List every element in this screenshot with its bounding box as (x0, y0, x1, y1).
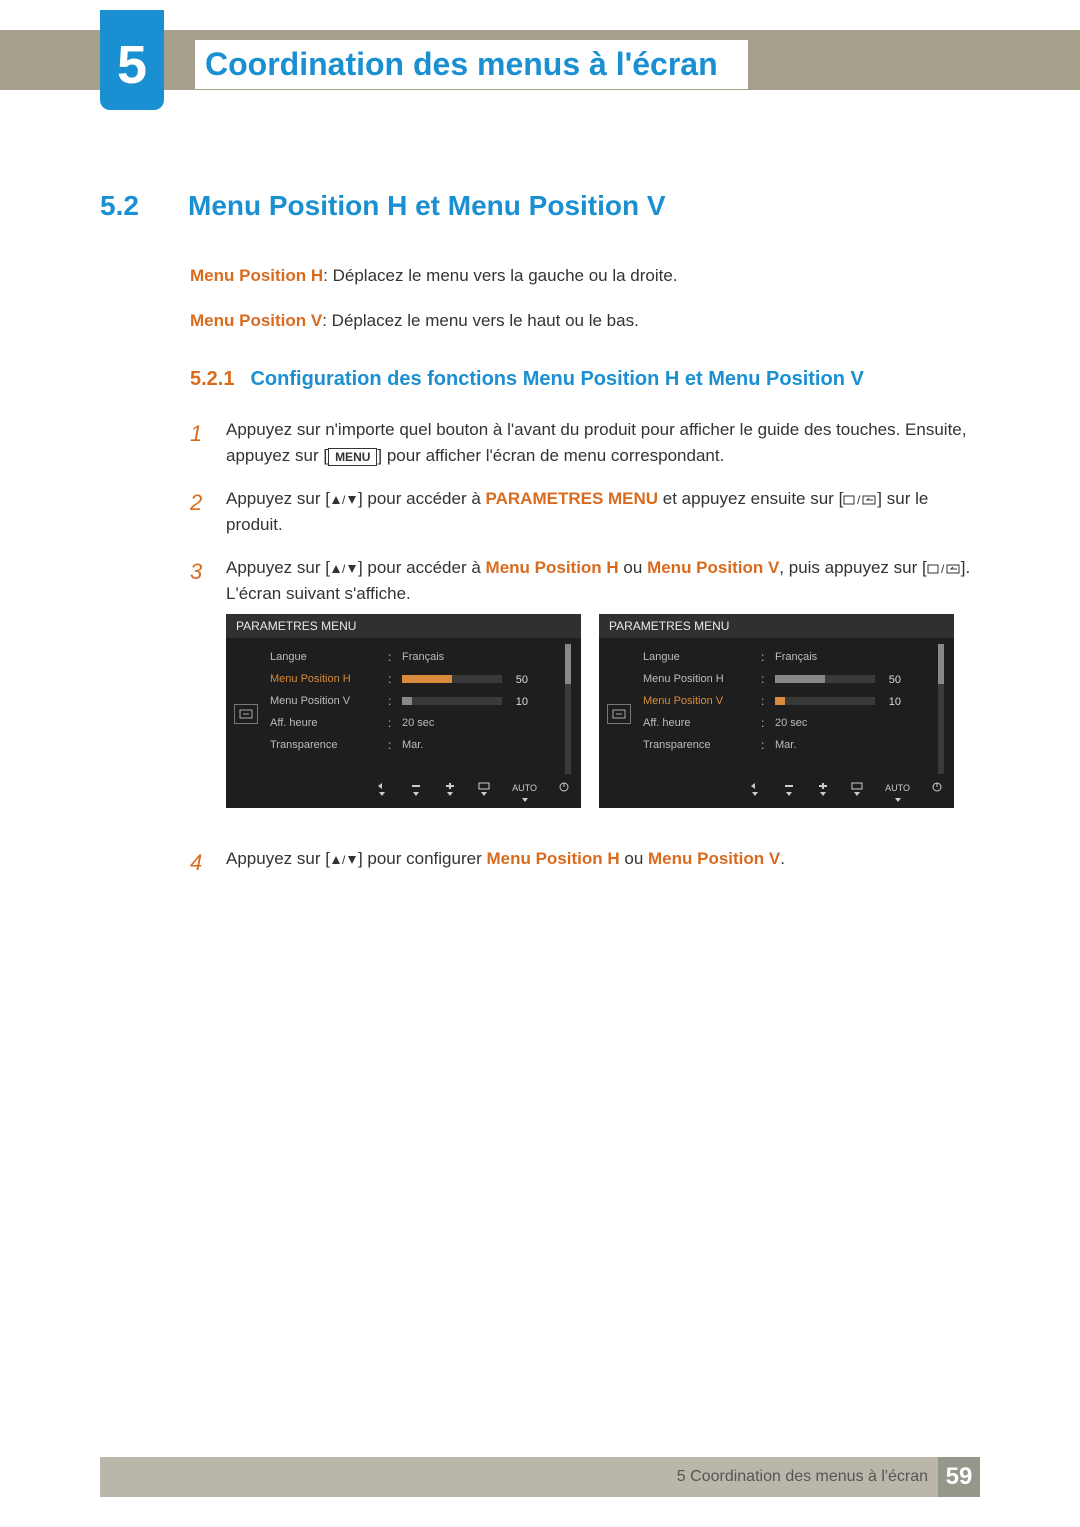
slider: 10 (402, 697, 502, 705)
step-1: 1 Appuyez sur n'importe quel bouton à l'… (190, 417, 980, 468)
step-3: 3 Appuyez sur [ / ] pour accéder à Menu Po… (190, 555, 980, 828)
source-enter-icon: / (843, 489, 877, 508)
footer-back-icon[interactable] (749, 782, 761, 802)
source-enter-icon: / (927, 558, 961, 577)
step-target: Menu Position H (486, 558, 619, 577)
footer-bar: 5 Coordination des menus à l'écran 59 (100, 1457, 980, 1497)
osd-label: Aff. heure (270, 715, 382, 732)
osd-tab-icon[interactable] (234, 704, 258, 724)
step-text: Appuyez sur [ (226, 489, 330, 508)
footer-back-icon[interactable] (376, 782, 388, 802)
footer-auto-icon[interactable]: AUTO (885, 782, 910, 802)
osd-menu-v: PARAMETRES MENU Langue:Français Menu Pos… (599, 614, 954, 808)
step-text: et appuyez ensuite sur [ (658, 489, 843, 508)
slider-value: 10 (889, 694, 901, 711)
step-text: . (780, 849, 785, 868)
step-2: 2 Appuyez sur [ / ] pour accéder à PARAMET… (190, 486, 980, 537)
osd-tab-icon[interactable] (607, 704, 631, 724)
osd-value: Français (775, 649, 817, 666)
up-down-icon: / (330, 849, 358, 868)
footer-minus-icon[interactable] (410, 782, 422, 802)
slider-value: 10 (516, 694, 528, 711)
step-num: 4 (190, 846, 208, 879)
slider[interactable]: 50 (402, 675, 502, 683)
footer-minus-icon[interactable] (783, 782, 795, 802)
chapter-title: Coordination des menus à l'écran (195, 40, 748, 89)
osd-label: Menu Position H (643, 671, 755, 688)
osd-label: Langue (643, 649, 755, 666)
osd-label-selected[interactable]: Menu Position V (643, 693, 755, 710)
intro-v-label: Menu Position V (190, 311, 322, 330)
step-text: ou (619, 558, 647, 577)
section-title: Menu Position H et Menu Position V (188, 190, 666, 222)
osd-menu-h: PARAMETRES MENU Langue:Français Menu Pos… (226, 614, 581, 808)
step-text: ] pour accéder à (358, 558, 486, 577)
footer-text: 5 Coordination des menus à l'écran (677, 1468, 928, 1486)
step-text: ] pour accéder à (358, 489, 486, 508)
step-text: Appuyez sur [ (226, 849, 330, 868)
osd-label: Menu Position V (270, 693, 382, 710)
step-text: ] pour configurer (358, 849, 487, 868)
svg-text:/: / (941, 563, 945, 575)
menu-glyph: MENU (328, 448, 377, 466)
subsection-number: 5.2.1 (190, 368, 234, 391)
osd-label-selected[interactable]: Menu Position H (270, 671, 382, 688)
slider: 50 (775, 675, 875, 683)
osd-label: Langue (270, 649, 382, 666)
step-text: ou (620, 849, 648, 868)
step-target: Menu Position V (648, 849, 780, 868)
scrollbar[interactable] (565, 644, 571, 774)
footer-auto-icon[interactable]: AUTO (512, 782, 537, 802)
subsection-title: Configuration des fonctions Menu Positio… (250, 368, 863, 391)
up-down-icon: / (330, 489, 358, 508)
osd-value: Français (402, 649, 444, 666)
up-down-icon: / (330, 558, 358, 577)
intro-h-label: Menu Position H (190, 266, 323, 285)
step-text: Appuyez sur [ (226, 558, 330, 577)
step-text: ] pour afficher l'écran de menu correspo… (377, 446, 724, 465)
osd-title: PARAMETRES MENU (599, 614, 954, 638)
svg-text:/: / (342, 854, 346, 866)
osd-label: Transparence (643, 737, 755, 754)
step-text: , puis appuyez sur [ (779, 558, 926, 577)
step-4: 4 Appuyez sur [ / ] pour configurer Menu P… (190, 846, 980, 879)
intro-h-text: : Déplacez le menu vers la gauche ou la … (323, 266, 677, 285)
step-target: PARAMETRES MENU (486, 489, 659, 508)
step-num: 3 (190, 555, 208, 828)
osd-value: 20 sec (402, 715, 434, 732)
svg-text:/: / (342, 563, 346, 575)
chapter-number-box: 5 (100, 10, 164, 110)
svg-text:/: / (857, 494, 861, 506)
footer-power-icon[interactable] (932, 782, 942, 802)
scrollbar[interactable] (938, 644, 944, 774)
step-target: Menu Position V (647, 558, 779, 577)
osd-label: Transparence (270, 737, 382, 754)
footer-enter-icon[interactable] (851, 782, 863, 802)
osd-value: Mar. (402, 737, 423, 754)
footer-plus-icon[interactable] (817, 782, 829, 802)
footer-auto-label: AUTO (512, 782, 537, 796)
footer-auto-label: AUTO (885, 782, 910, 796)
footer-power-icon[interactable] (559, 782, 569, 802)
intro-v-text: : Déplacez le menu vers le haut ou le ba… (322, 311, 639, 330)
osd-title: PARAMETRES MENU (226, 614, 581, 638)
slider-value: 50 (889, 672, 901, 689)
step-num: 1 (190, 417, 208, 468)
section-number: 5.2 (100, 190, 160, 222)
footer-enter-icon[interactable] (478, 782, 490, 802)
page-number: 59 (938, 1457, 980, 1497)
svg-text:/: / (342, 494, 346, 506)
step-target: Menu Position H (486, 849, 619, 868)
intro-block: Menu Position H: Déplacez le menu vers l… (190, 262, 980, 334)
slider-value: 50 (516, 672, 528, 689)
slider[interactable]: 10 (775, 697, 875, 705)
footer-plus-icon[interactable] (444, 782, 456, 802)
osd-label: Aff. heure (643, 715, 755, 732)
osd-value: 20 sec (775, 715, 807, 732)
step-num: 2 (190, 486, 208, 537)
osd-value: Mar. (775, 737, 796, 754)
